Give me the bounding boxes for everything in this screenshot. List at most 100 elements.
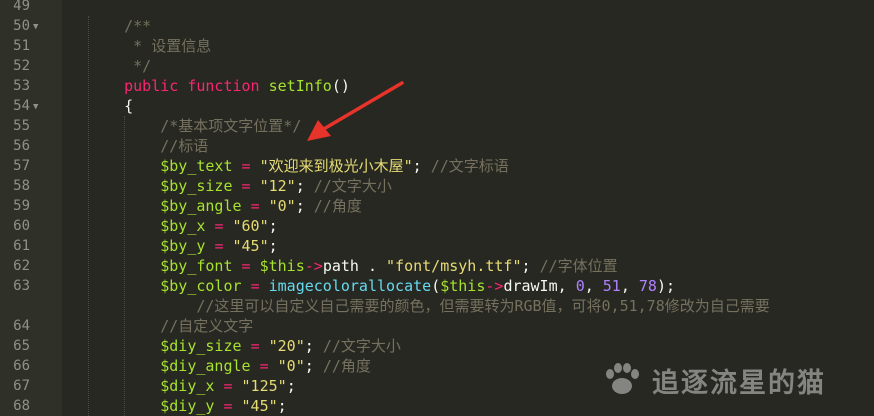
code-line[interactable]: 51 * 设置信息 [0,36,874,56]
indent-guide [124,116,125,416]
code-token: path . [322,257,387,275]
code-token: "欢迎来到极光小木屋" [259,157,413,175]
code-token: drawIm, [503,277,576,295]
code-token: -> [304,257,323,275]
code-line[interactable]: 57 $by_text = "欢迎来到极光小木屋"; //文字标语 [0,156,874,176]
line-number: 58 [13,178,30,194]
code-line[interactable]: 55 /*基本项文字位置*/ [0,116,874,136]
code-token: $by_font [160,257,233,275]
code-token: $diy_angle [160,357,251,375]
code-line[interactable]: 53 public function setInfo() [0,76,874,96]
code-token: $by_size [160,177,233,195]
code-token: /*基本项文字位置*/ [160,117,302,135]
code-line[interactable]: 59 $by_angle = "0"; //角度 [0,196,874,216]
code-line[interactable]: 52 */ [0,56,874,76]
code-token: { [88,97,134,115]
code-token: "125" [241,377,287,395]
code-text: $by_y = "45"; [88,236,277,256]
code-text: $diy_x = "125"; [88,376,295,396]
line-number: 61 [13,238,30,254]
code-text: * 设置信息 [88,36,211,56]
line-number: 60 [13,218,30,234]
code-token: setInfo [268,77,332,95]
code-token: = [259,357,269,375]
code-line[interactable]: 61 $by_y = "45"; [0,236,874,256]
code-token: ; [295,177,314,195]
line-number: 62 [13,258,30,274]
code-token: ; [304,337,323,355]
fold-arrow-icon[interactable]: ▼ [33,17,38,37]
code-text: /** [88,16,151,36]
code-token: "0" [268,197,296,215]
code-token: $by_text [160,157,233,175]
code-token: //文字大小 [322,337,401,355]
code-token: ; [268,217,278,235]
code-token: //这里可以自定义自己需要的颜色，但需要转为RGB值，可将0,51,78修改为自… [196,297,770,315]
watermark: 追逐流星的猫 [600,352,870,408]
code-text: //这里可以自定义自己需要的颜色，但需要转为RGB值，可将0,51,78修改为自… [88,296,770,316]
code-token: imagecolorallocate [268,277,432,295]
code-token: 51 [602,277,621,295]
code-line[interactable]: 56 //标语 [0,136,874,156]
code-line-wrapped[interactable]: //这里可以自定义自己需要的颜色，但需要转为RGB值，可将0,51,78修改为自… [0,296,874,316]
code-token: //角度 [313,197,362,215]
code-token: ; [304,357,323,375]
code-text: $diy_angle = "0"; //角度 [88,356,371,376]
code-token: $diy_size [160,337,242,355]
code-token: //字体位置 [539,257,618,275]
code-token: //标语 [160,137,209,155]
code-line[interactable]: 62 $by_font = $this->path . "font/msyh.t… [0,256,874,276]
code-token: * 设置信息 [133,37,212,55]
code-token: ; [277,397,287,415]
line-number: 66 [13,358,30,374]
code-line[interactable]: 63 $by_color = imagecolorallocate($this-… [0,276,874,296]
line-number: 63 [13,278,30,294]
line-number: 49 [13,0,30,14]
line-number: 50 [13,18,30,34]
code-token: //自定义文字 [160,317,254,335]
code-token: ; [521,257,540,275]
code-line[interactable]: 54 ▼ { [0,96,874,116]
code-token: "font/msyh.ttf" [386,257,522,275]
code-line[interactable]: 49 [0,0,874,16]
code-token: -> [485,277,504,295]
code-token: function [187,77,260,95]
line-number: 57 [13,158,30,174]
code-line[interactable]: 50 ▼ /** [0,16,874,36]
code-text: { [88,96,133,116]
line-number: 56 [13,138,30,154]
code-token: "20" [268,337,305,355]
code-token: , [620,277,639,295]
code-text: $by_font = $this->path . "font/msyh.ttf"… [88,256,618,276]
code-line[interactable]: 58 $by_size = "12"; //文字大小 [0,176,874,196]
code-token: $by_angle [160,197,242,215]
code-text: public function setInfo() [88,76,350,96]
line-number: 68 [13,398,30,414]
code-text: $diy_size = "20"; //文字大小 [88,336,401,356]
code-text: $by_color = imagecolorallocate($this->dr… [88,276,675,296]
code-line[interactable]: 64 //自定义文字 [0,316,874,336]
code-token: = [241,177,251,195]
code-line[interactable]: 60 $by_x = "60"; [0,216,874,236]
code-token: //文字大小 [313,177,392,195]
code-token: $this [440,277,486,295]
fold-arrow-icon[interactable]: ▼ [33,97,38,117]
line-number: 64 [13,318,30,334]
code-text: //标语 [88,136,208,156]
